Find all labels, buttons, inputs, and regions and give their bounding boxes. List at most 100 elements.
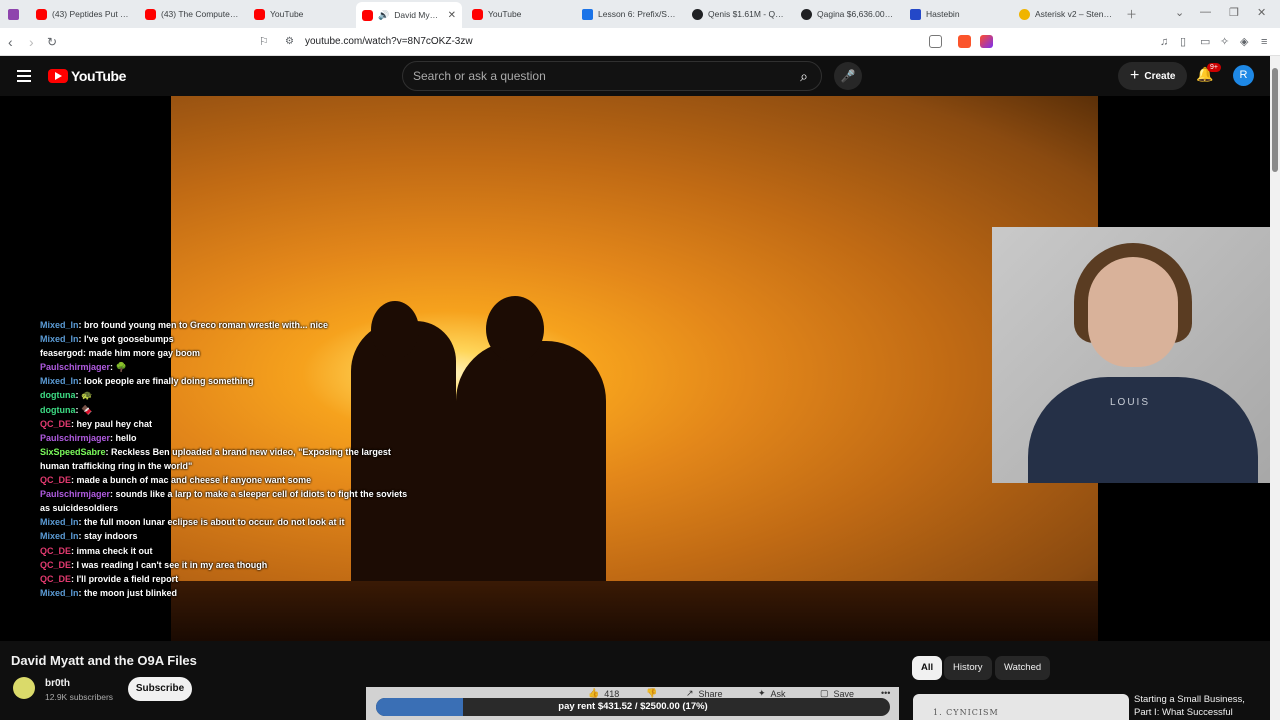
- subscribe-button[interactable]: Subscribe: [128, 677, 192, 701]
- channel-name[interactable]: br0th: [45, 678, 70, 689]
- menu-icon[interactable]: ≡: [1261, 33, 1267, 51]
- chat-text: hello: [115, 432, 137, 443]
- tab-title: Asterisk v2 – Stenok...: [1035, 9, 1113, 19]
- tab-7[interactable]: Qenis $1.61M - Qen...: [686, 3, 792, 25]
- chat-text: the full moon lunar eclipse is about to …: [84, 517, 345, 528]
- chat-username: QC_DE: [40, 559, 72, 570]
- chat-message: Mixed_In: bro found young men to Greco r…: [40, 320, 329, 330]
- create-button[interactable]: + Create: [1118, 62, 1188, 90]
- chat-text: 🌳: [115, 362, 127, 373]
- reload-icon[interactable]: ↻: [47, 33, 57, 51]
- chat-username: QC_DE: [40, 573, 72, 584]
- music-icon[interactable]: ♫: [1160, 33, 1168, 51]
- youtube-logo[interactable]: YouTube: [48, 68, 126, 84]
- vpn-icon[interactable]: ◈: [1240, 33, 1248, 51]
- youtube-icon: [254, 8, 265, 20]
- forward-icon[interactable]: ›: [29, 33, 34, 51]
- chat-text: I'll provide a field report: [76, 573, 179, 584]
- close-window-icon[interactable]: ✕: [1257, 6, 1266, 19]
- microphone-icon[interactable]: 🎤: [834, 62, 862, 90]
- tab-2[interactable]: (43) The Computer C...: [139, 3, 245, 25]
- doc-icon: [582, 8, 593, 20]
- browser-menu-tab[interactable]: [2, 3, 28, 25]
- leo-icon[interactable]: ✧: [1220, 33, 1229, 51]
- tab-1[interactable]: (43) Peptides Put Sci...: [30, 3, 136, 25]
- more-actions-button[interactable]: •••: [881, 688, 890, 698]
- youtube-icon: [36, 8, 47, 20]
- recommendation-thumbnail[interactable]: 1. CYNICISM: [913, 694, 1129, 720]
- chat-message: SixSpeedSabre: Reckless Ben uploaded a b…: [40, 446, 391, 471]
- chat-text: hey paul hey chat: [76, 418, 153, 429]
- chat-message: QC_DE: I was reading I can't see it in m…: [40, 559, 268, 570]
- logo-text: YouTube: [71, 68, 127, 84]
- hastebin-icon: [910, 8, 921, 20]
- chat-message: Mixed_In: the moon just blinked: [40, 587, 178, 598]
- chat-text: bro found young men to Greco roman wrest…: [84, 320, 329, 330]
- minimize-icon[interactable]: —: [1200, 6, 1211, 18]
- close-tab-icon[interactable]: ✕: [448, 10, 456, 21]
- browser-tab-bar: (43) Peptides Put Sci... (43) The Comput…: [0, 0, 1280, 28]
- brave-shields-icon[interactable]: [958, 35, 971, 48]
- chat-message: Paulschirmjager: 🌳: [40, 362, 127, 373]
- youtube-header: YouTube ⌕ 🎤 + Create 🔔 9+ R: [0, 56, 1280, 96]
- avatar[interactable]: R: [1233, 65, 1254, 86]
- tab-search-icon[interactable]: ⌄: [1175, 6, 1184, 19]
- man-head: [486, 296, 544, 362]
- site-info-icon[interactable]: ⚙: [285, 33, 294, 51]
- save-label: Save: [833, 688, 855, 699]
- back-icon[interactable]: ‹: [8, 33, 13, 51]
- new-tab-icon[interactable]: ＋: [1126, 6, 1137, 22]
- video-player[interactable]: LOUIS Mixed_In: bro found young men to G…: [0, 96, 1270, 641]
- chat-username: Mixed_In: [40, 334, 79, 345]
- chat-overlay: Mixed_In: bro found young men to Greco r…: [40, 318, 410, 600]
- donation-goal-bar: pay rent $431.52 / $2500.00 (17%): [376, 698, 890, 716]
- maximize-icon[interactable]: ❐: [1229, 6, 1239, 19]
- page-scrollbar[interactable]: [1270, 56, 1280, 720]
- webcam-shirt: [1028, 377, 1258, 483]
- create-label: Create: [1144, 70, 1176, 82]
- search-icon[interactable]: ⌕: [791, 65, 817, 87]
- tab-active[interactable]: 🔊 David Myatt a... ✕: [356, 2, 462, 28]
- sidebar-icon[interactable]: ▯: [1180, 33, 1186, 51]
- search-input[interactable]: [413, 69, 783, 83]
- channel-avatar[interactable]: [13, 677, 35, 699]
- scrollbar-thumb[interactable]: [1272, 68, 1278, 172]
- chat-username: dogtuna: [40, 390, 76, 401]
- tab-title: (43) Peptides Put Sci...: [52, 9, 130, 19]
- browser-logo-icon: [8, 8, 19, 20]
- chat-username: Mixed_In: [40, 587, 79, 598]
- tab-5[interactable]: YouTube: [466, 3, 572, 25]
- youtube-icon: [145, 8, 156, 20]
- tab-10[interactable]: Asterisk v2 – Stenok...: [1013, 3, 1119, 25]
- bookmark-icon[interactable]: ⚐: [259, 33, 269, 51]
- chat-text: made a bunch of mac and cheese if anyone…: [76, 475, 312, 486]
- chat-message: Paulschirmjager: sounds like a larp to m…: [40, 489, 408, 514]
- chip-all[interactable]: All: [912, 656, 943, 680]
- tab-9[interactable]: Hastebin: [904, 3, 1010, 25]
- chat-username: QC_DE: [40, 545, 72, 556]
- chip-watched[interactable]: Watched: [995, 656, 1051, 680]
- search-box: ⌕: [402, 61, 822, 91]
- chat-message: QC_DE: imma check it out: [40, 545, 153, 556]
- wallet-icon[interactable]: ▭: [1200, 33, 1210, 51]
- chat-message: feasergod: made him more gay boom: [40, 348, 201, 359]
- tab-3[interactable]: YouTube: [248, 3, 354, 25]
- webcam-overlay: LOUIS: [992, 227, 1270, 483]
- speaker-icon: 🔊: [378, 9, 390, 20]
- tab-6[interactable]: Lesson 6: Prefix/Suff...: [576, 3, 684, 25]
- tab-8[interactable]: Qagina $6,636.00 - Q...: [795, 3, 901, 25]
- hamburger-menu-icon[interactable]: [17, 70, 31, 85]
- chat-message: Mixed_In: stay indoors: [40, 531, 138, 542]
- asterisk-icon: [1019, 8, 1030, 20]
- share-label: Share: [698, 688, 723, 699]
- chat-message: Mixed_In: I've got goosebumps: [40, 334, 174, 345]
- rewards-icon[interactable]: [980, 35, 993, 48]
- shirt-text: LOUIS: [1110, 397, 1151, 408]
- url-field[interactable]: youtube.com/watch?v=8N7cOKZ-3zw: [305, 36, 473, 47]
- chip-history[interactable]: History: [944, 656, 992, 680]
- tab-title: Qenis $1.61M - Qen...: [708, 9, 786, 19]
- cast-icon[interactable]: [929, 35, 942, 48]
- recommendation-title[interactable]: Starting a Small Business, Part I: What …: [1134, 694, 1264, 719]
- notification-badge: 9+: [1207, 63, 1221, 72]
- chat-username: QC_DE: [40, 475, 72, 486]
